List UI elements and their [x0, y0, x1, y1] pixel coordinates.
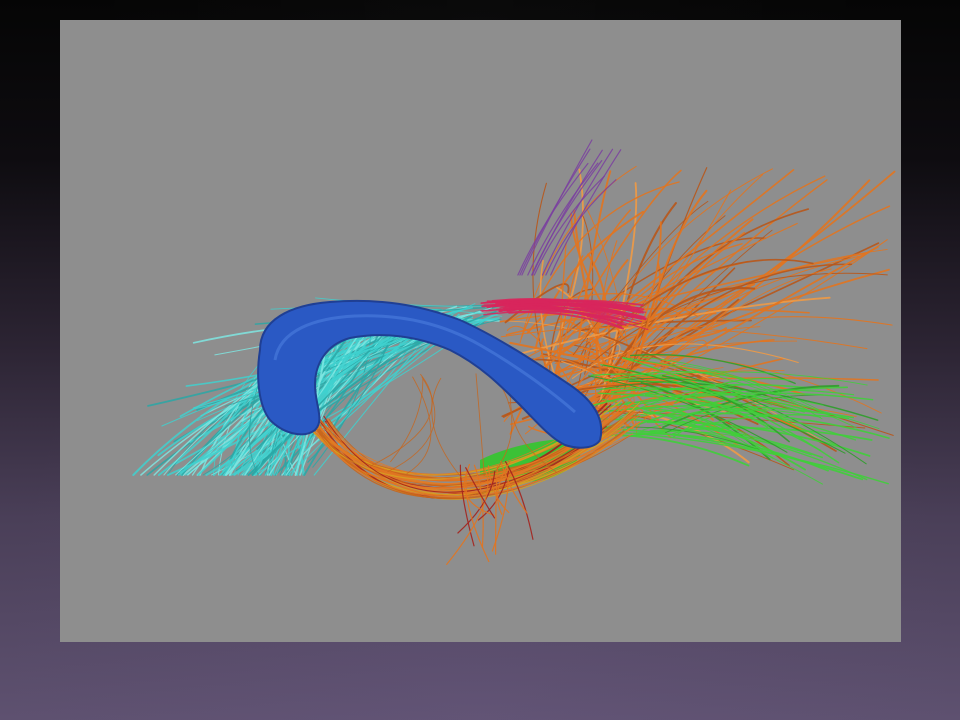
fiber-tract-illustration	[60, 20, 901, 642]
brain-fiber-image	[60, 20, 901, 642]
